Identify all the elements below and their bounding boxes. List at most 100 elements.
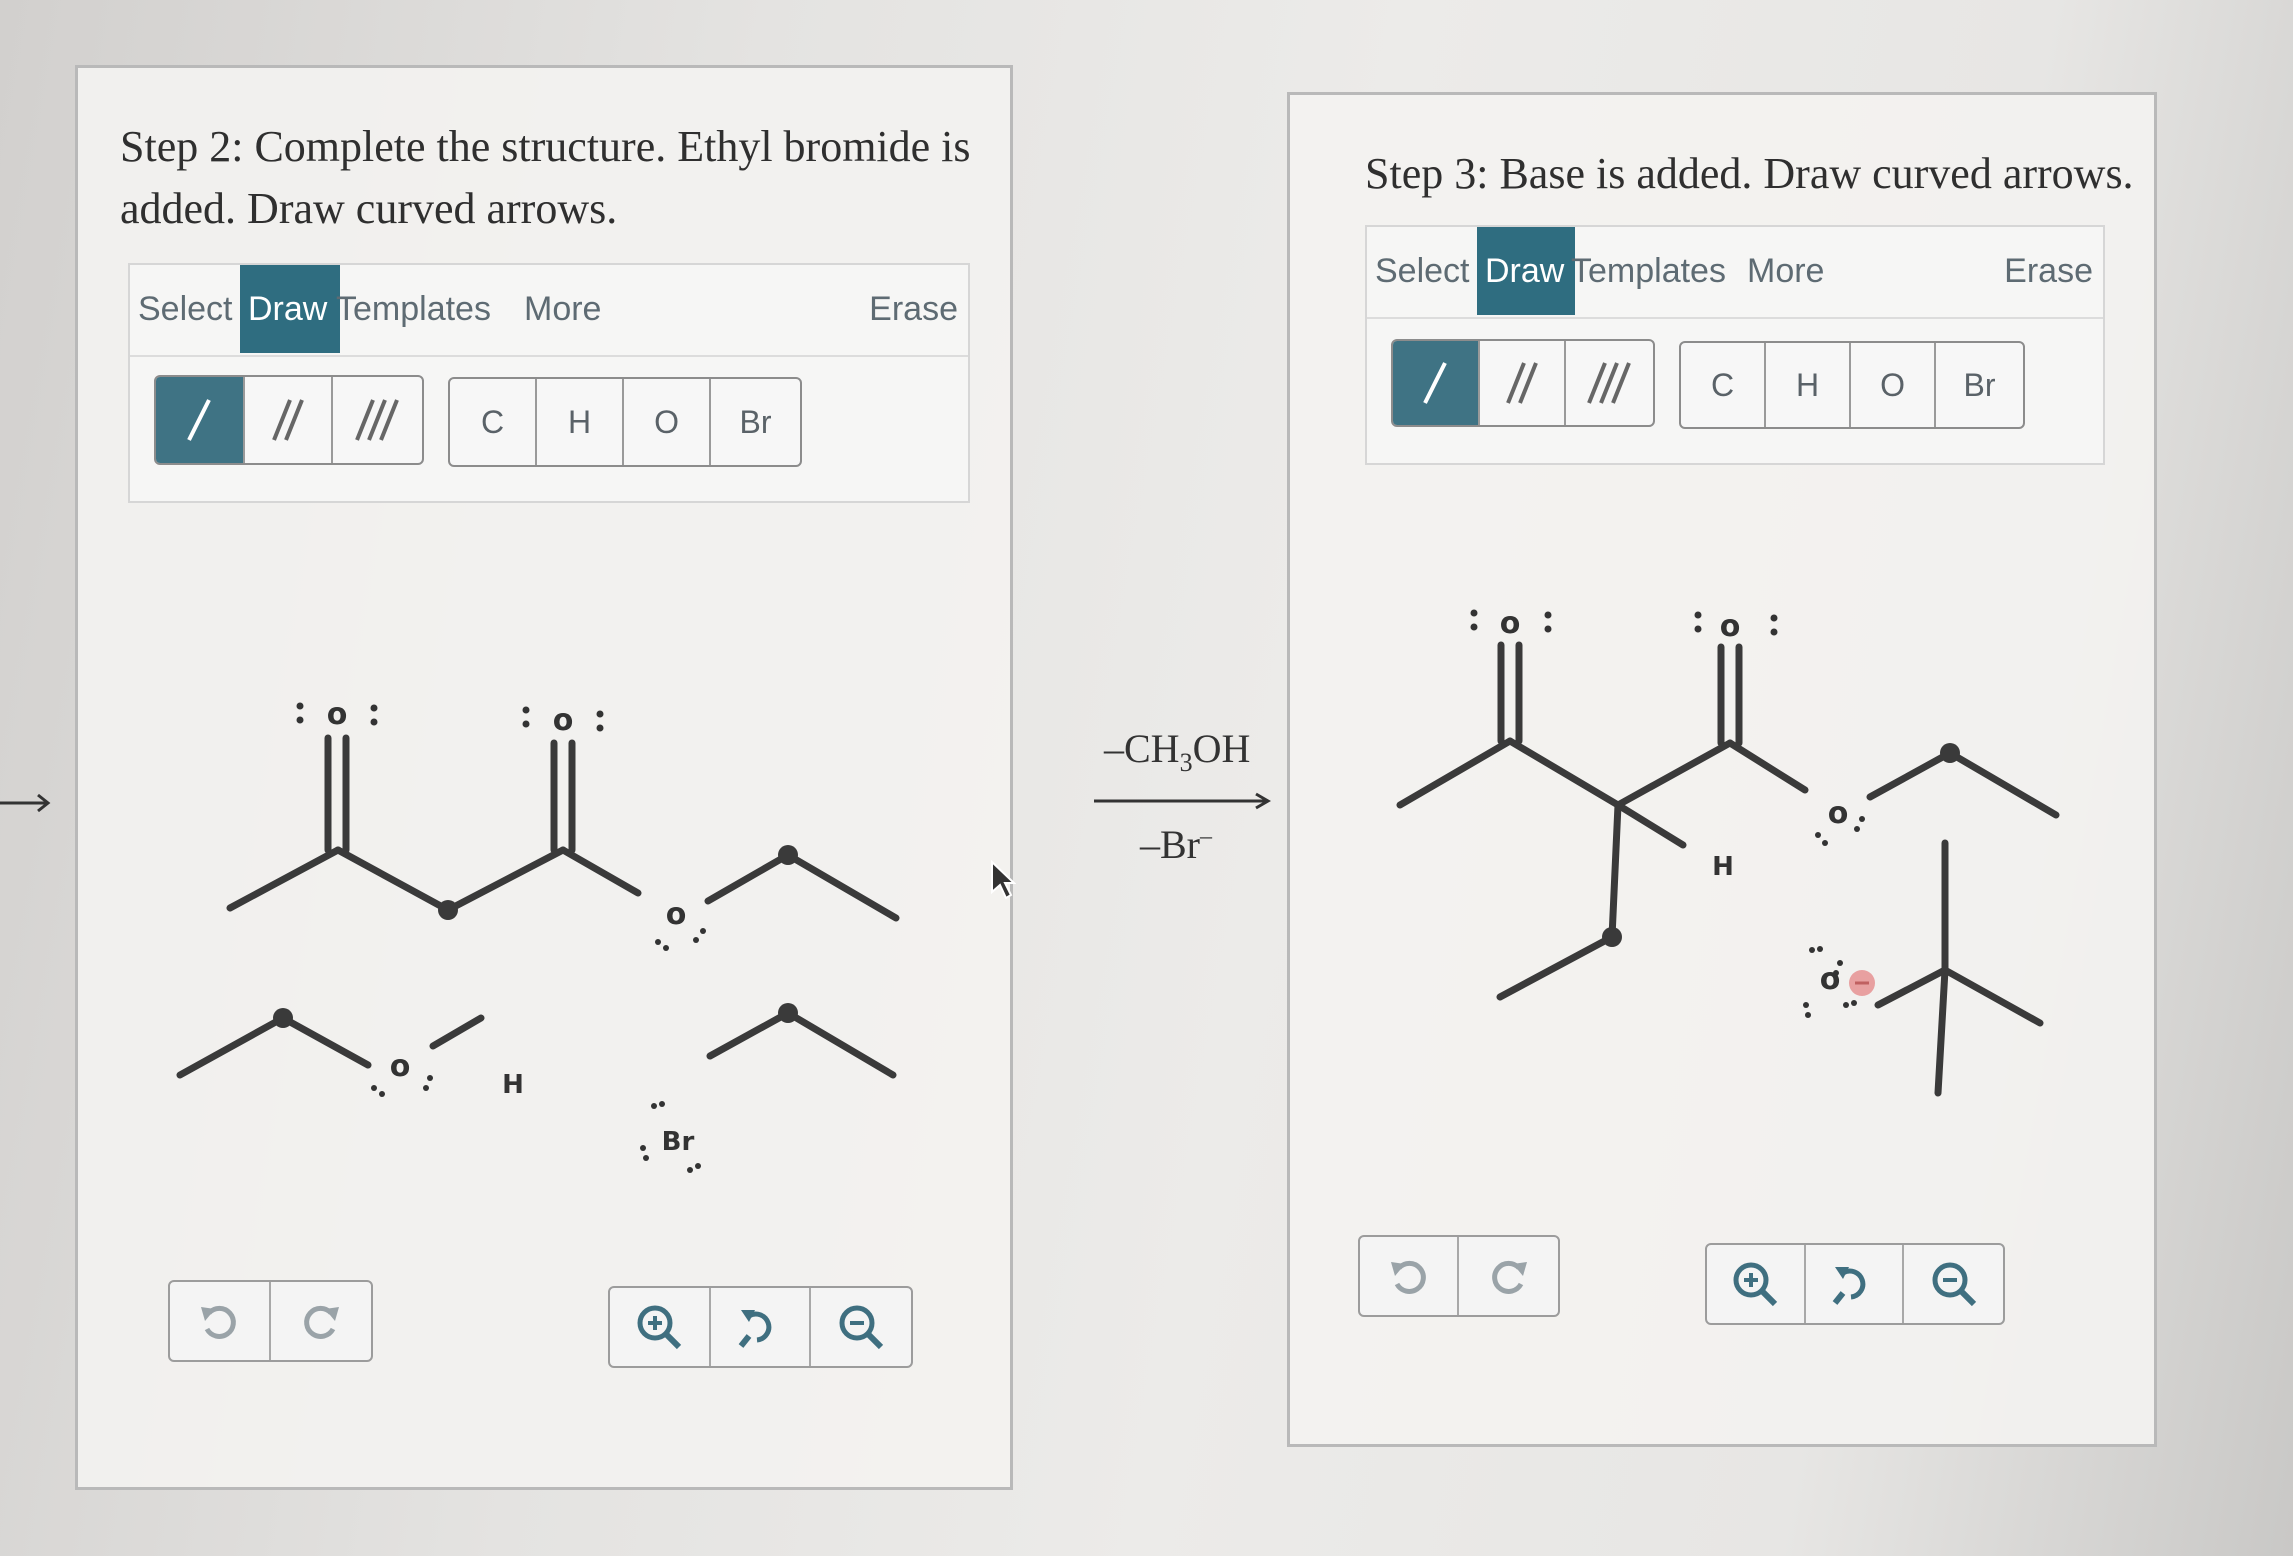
redo-button[interactable] [1459,1237,1558,1315]
undo-redo-group [168,1280,373,1362]
atom-br-button[interactable]: Br [711,379,800,465]
atom-c-button[interactable]: C [450,379,538,465]
single-bond-button[interactable] [1393,341,1480,425]
reset-zoom-button[interactable] [711,1288,812,1366]
zoom-out-button[interactable] [811,1288,911,1366]
ch-node [438,900,458,920]
tab-more[interactable]: More [1739,227,1832,315]
zoom-out-button[interactable] [1904,1245,2003,1323]
ethanol-oxygen[interactable]: o [390,1049,411,1084]
triple-bond-button[interactable] [333,377,422,463]
carbonyl-oxygen-2[interactable]: o [553,703,574,738]
reaction-arrow: –CH3OH –Br– [1090,725,1280,875]
ester-oxygen[interactable]: o [666,897,687,932]
redo-icon [303,1305,339,1339]
zoom-in-icon [1733,1262,1778,1307]
bromine-atom[interactable]: Br [662,1127,695,1157]
tab-select[interactable]: Select [1367,227,1478,315]
ethyl-ch2-node [1602,927,1622,947]
undo-redo-group [1358,1235,1560,1317]
step3-panel: Step 3: Base is added. Draw curved arrow… [1287,92,2157,1447]
lone-pair-dots [296,702,706,1173]
undo-icon [1390,1260,1426,1294]
erase-button[interactable]: Erase [1996,227,2101,315]
double-bond-icon [1506,362,1538,404]
reset-zoom-icon [1832,1267,1866,1305]
atom-tool-group: C H O Br [448,377,802,467]
erase-button[interactable]: Erase [861,265,966,353]
carbonyl-oxygen-1[interactable]: o [1500,606,1521,641]
tert-butoxide-oxygen[interactable]: o [1820,962,1841,997]
step3-tabs: Select Draw Templates More Erase [1367,227,2103,319]
undo-button[interactable] [170,1282,271,1360]
reset-zoom-button[interactable] [1806,1245,1905,1323]
bottom-label-superscript: – [1200,823,1212,850]
atom-o-button[interactable]: O [1851,343,1937,427]
reset-zoom-icon [738,1310,772,1348]
zoom-group [608,1286,913,1368]
redo-button[interactable] [271,1282,371,1360]
step3-toolbar: Select Draw Templates More Erase C H O B… [1365,225,2105,465]
step2-drawing-canvas[interactable]: o o o o H Br [78,588,1013,1188]
single-bond-icon [187,399,212,441]
zoom-group [1705,1243,2005,1325]
negative-charge-icon [1849,970,1875,996]
step2-toolbar: Select Draw Templates More Erase C H O B… [128,263,970,503]
triple-bond-button[interactable] [1566,341,1653,425]
undo-button[interactable] [1360,1237,1460,1315]
atom-h-button[interactable]: H [1766,343,1852,427]
mouse-cursor-icon [991,860,1016,900]
lone-pair-dots [1470,609,1865,1018]
zoom-out-icon [839,1305,884,1350]
tab-templates[interactable]: Templates [1563,227,1734,315]
ethanol-ch2-node [273,1008,293,1028]
reaction-arrow-bottom-label: –Br– [1140,821,1212,868]
tab-select[interactable]: Select [130,265,241,353]
zoom-in-icon [637,1305,682,1350]
atom-br-button[interactable]: Br [1936,343,2023,427]
ester-ch2-node [1940,743,1960,763]
single-bond-button[interactable] [156,377,245,463]
double-bond-icon [272,399,304,441]
atom-o-button[interactable]: O [624,379,712,465]
step2-panel: Step 2: Complete the structure. Ethyl br… [75,65,1013,1490]
tab-draw[interactable]: Draw [1477,227,1575,315]
tab-templates[interactable]: Templates [328,265,499,353]
ethanol-hydrogen[interactable]: H [502,1070,524,1100]
bond-tool-group [1391,339,1655,427]
bottom-label-prefix: –Br [1140,822,1200,867]
top-label-suffix: OH [1192,726,1251,771]
atom-h-button[interactable]: H [537,379,625,465]
step2-title-line2: added. Draw curved arrows. [120,184,618,233]
step2-title-line1: Step 2: Complete the structure. Ethyl br… [120,122,971,171]
zoom-out-icon [1932,1262,1976,1307]
top-label-subscript: 3 [1179,748,1193,777]
ester-ch2-node [778,845,798,865]
triple-bond-icon [354,399,399,441]
alpha-hydrogen[interactable]: H [1712,852,1734,882]
step3-title: Step 3: Base is added. Draw curved arrow… [1365,149,2134,198]
tab-more[interactable]: More [516,265,609,353]
bromide-ch2-node [778,1003,798,1023]
redo-icon [1491,1260,1527,1294]
step2-title: Step 2: Complete the structure. Ethyl br… [120,116,971,240]
step2-tabs: Select Draw Templates More Erase [130,265,968,357]
zoom-in-button[interactable] [1707,1245,1806,1323]
bond-tool-group [154,375,424,465]
reaction-arrow-top-label: –CH3OH [1104,725,1250,778]
tab-draw[interactable]: Draw [240,265,340,353]
atom-tool-group: C H O Br [1679,341,2025,429]
carbonyl-oxygen-1[interactable]: o [327,697,348,732]
atom-c-button[interactable]: C [1681,343,1767,427]
single-bond-icon [1423,362,1448,404]
reaction-arrow-line [1094,792,1271,810]
step3-drawing-canvas[interactable]: o o o o H [1290,565,2155,1225]
double-bond-button[interactable] [1480,341,1567,425]
ester-oxygen[interactable]: o [1828,796,1849,831]
carbonyl-oxygen-2[interactable]: o [1720,609,1741,644]
triple-bond-icon [1586,362,1631,404]
left-edge-arrow [0,793,51,813]
double-bond-button[interactable] [245,377,334,463]
zoom-in-button[interactable] [610,1288,711,1366]
top-label-prefix: –CH [1104,726,1180,771]
